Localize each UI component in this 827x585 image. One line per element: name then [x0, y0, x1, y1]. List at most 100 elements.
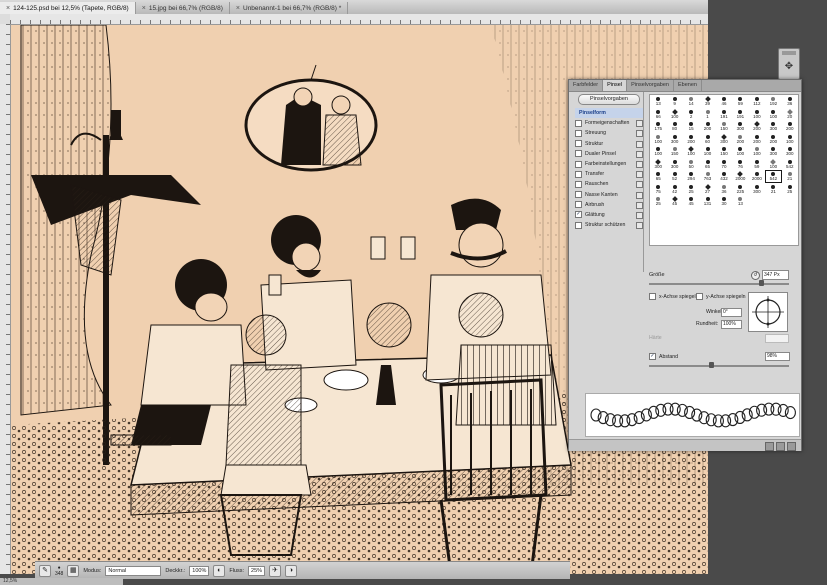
brush-option-0[interactable]: Pinselform — [575, 108, 643, 119]
brush-tip-11[interactable]: 2 — [683, 108, 699, 121]
brush-tip-41[interactable]: 100 — [732, 145, 748, 158]
brush-tip-15[interactable]: 100 — [749, 108, 765, 121]
brush-tip-16[interactable]: 100 — [765, 108, 781, 121]
brush-tip-65[interactable]: 25 — [683, 183, 699, 196]
brush-tip-29[interactable]: 200 — [683, 133, 699, 146]
brush-option-10[interactable]: ✓ Glättung — [575, 210, 643, 220]
pressure-size-icon[interactable]: ◑ — [285, 564, 298, 577]
brush-tip-63[interactable]: 75 — [650, 183, 666, 196]
brush-tip-61[interactable]: 542 — [765, 170, 782, 183]
brush-tip-59[interactable]: 2000 — [732, 170, 748, 183]
option-checkbox[interactable] — [575, 221, 582, 229]
opacity-field[interactable]: 100% — [189, 565, 210, 576]
option-checkbox[interactable] — [575, 119, 582, 127]
brush-picker[interactable]: ● 348 — [55, 565, 63, 577]
brush-tip-68[interactable]: 225 — [732, 183, 748, 196]
brush-tip-48[interactable]: 65 — [699, 158, 715, 171]
close-icon[interactable]: × — [6, 5, 10, 12]
angle-field[interactable]: 0° — [721, 308, 742, 317]
brush-tip-38[interactable]: 100 — [683, 145, 699, 158]
option-checkbox[interactable]: ✓ — [575, 211, 582, 219]
doc-tab-0[interactable]: × 124-125.psd bei 12,5% (Tapete, RGB/8) — [0, 2, 136, 14]
brush-tip-64[interactable]: 42 — [666, 183, 682, 196]
brush-tip-26[interactable]: 200 — [782, 120, 798, 133]
brush-tip-25[interactable]: 300 — [765, 120, 781, 133]
brush-tip-27[interactable]: 100 — [650, 133, 666, 146]
spacing-field[interactable]: 98% — [765, 352, 790, 361]
brush-tip-45[interactable]: 300 — [650, 158, 666, 171]
brush-option-5[interactable]: Farbeinstellungen — [575, 159, 643, 169]
brush-option-9[interactable]: Airbrush — [575, 200, 643, 210]
brush-tip-4[interactable]: 46 — [716, 95, 732, 108]
brush-tip-42[interactable]: 100 — [749, 145, 765, 158]
spacing-option[interactable]: ✓ Abstand — [649, 353, 678, 360]
brush-tip-21[interactable]: 200 — [699, 120, 715, 133]
tab-ebenen[interactable]: Ebenen — [674, 80, 702, 91]
brush-tip-53[interactable]: 542 — [782, 158, 798, 171]
brush-tip-33[interactable]: 200 — [749, 133, 765, 146]
brush-option-3[interactable]: Struktur — [575, 139, 643, 149]
lock-icon[interactable] — [636, 130, 643, 138]
brush-tip-70[interactable]: 21 — [765, 183, 781, 196]
option-checkbox[interactable] — [575, 170, 582, 178]
brush-tip-56[interactable]: 294 — [683, 170, 699, 183]
brush-tip-74[interactable]: 45 — [683, 195, 699, 208]
brush-tip-14[interactable]: 191 — [732, 108, 748, 121]
brush-tip-66[interactable]: 27 — [699, 183, 715, 196]
brush-tip-17[interactable]: 20 — [782, 108, 798, 121]
brush-tip-31[interactable]: 300 — [716, 133, 732, 146]
angle-roundness-preview[interactable] — [748, 292, 788, 332]
brush-option-7[interactable]: Rauschen — [575, 179, 643, 189]
brush-tip-35[interactable]: 100 — [782, 133, 798, 146]
brush-tip-50[interactable]: 76 — [732, 158, 748, 171]
brush-option-1[interactable]: Formeigenschaften — [575, 118, 643, 128]
brush-tip-46[interactable]: 300 — [666, 158, 682, 171]
doc-tab-1[interactable]: × 15.jpg bei 66,7% (RGB/8) — [136, 2, 230, 14]
brush-tip-34[interactable]: 200 — [765, 133, 781, 146]
lock-icon[interactable] — [636, 120, 643, 128]
flow-field[interactable]: 25% — [248, 565, 266, 576]
brush-option-4[interactable]: Dualer Pinsel — [575, 149, 643, 159]
brush-tip-52[interactable]: 100 — [765, 158, 781, 171]
airbrush-icon[interactable]: ✈ — [269, 564, 282, 577]
toggle-preview-icon[interactable] — [765, 442, 774, 451]
brush-tip-9[interactable]: 66 — [650, 108, 666, 121]
brush-tip-62[interactable]: 21 — [782, 170, 798, 183]
brush-tip-10[interactable]: 100 — [666, 108, 682, 121]
brush-tip-57[interactable]: 763 — [699, 170, 715, 183]
flip-x-checkbox[interactable] — [649, 293, 656, 300]
brush-tip-7[interactable]: 192 — [765, 95, 781, 108]
close-icon[interactable]: × — [236, 5, 240, 12]
brush-tip-13[interactable]: 191 — [716, 108, 732, 121]
brush-tip-40[interactable]: 150 — [716, 145, 732, 158]
lock-icon[interactable] — [636, 140, 643, 148]
brush-option-6[interactable]: Transfer — [575, 169, 643, 179]
move-tool-icon[interactable]: ✥ — [782, 60, 796, 74]
brush-tool-icon[interactable]: ✎ — [39, 564, 51, 577]
flip-x-option[interactable]: x-Achse spiegeln — [649, 293, 699, 300]
option-checkbox[interactable] — [575, 191, 582, 199]
brush-option-11[interactable]: Struktur schützen — [575, 220, 643, 230]
brush-tip-55[interactable]: 52 — [666, 170, 682, 183]
grip-handle[interactable] — [782, 51, 796, 55]
brush-tip-72[interactable]: 25 — [650, 195, 666, 208]
lock-icon[interactable] — [636, 181, 643, 189]
lock-icon[interactable] — [636, 201, 643, 209]
brush-tip-5[interactable]: 59 — [732, 95, 748, 108]
brush-tip-6[interactable]: 112 — [749, 95, 765, 108]
option-checkbox[interactable] — [575, 140, 582, 148]
option-checkbox[interactable] — [575, 150, 582, 158]
brush-tip-60[interactable]: 2000 — [749, 170, 765, 183]
brush-tip-19[interactable]: 80 — [666, 120, 682, 133]
mode-select[interactable]: Normal — [105, 565, 162, 576]
trash-icon[interactable] — [787, 442, 796, 451]
lock-icon[interactable] — [636, 211, 643, 219]
spacing-slider-track[interactable] — [649, 365, 789, 367]
brush-tip-49[interactable]: 70 — [716, 158, 732, 171]
brush-tip-2[interactable]: 14 — [683, 95, 699, 108]
brush-tip-71[interactable]: 25 — [782, 183, 798, 196]
brush-tip-18[interactable]: 175 — [650, 120, 666, 133]
brush-tip-69[interactable]: 300 — [749, 183, 765, 196]
brush-tip-36[interactable]: 100 — [650, 145, 666, 158]
brush-tip-24[interactable]: 200 — [749, 120, 765, 133]
